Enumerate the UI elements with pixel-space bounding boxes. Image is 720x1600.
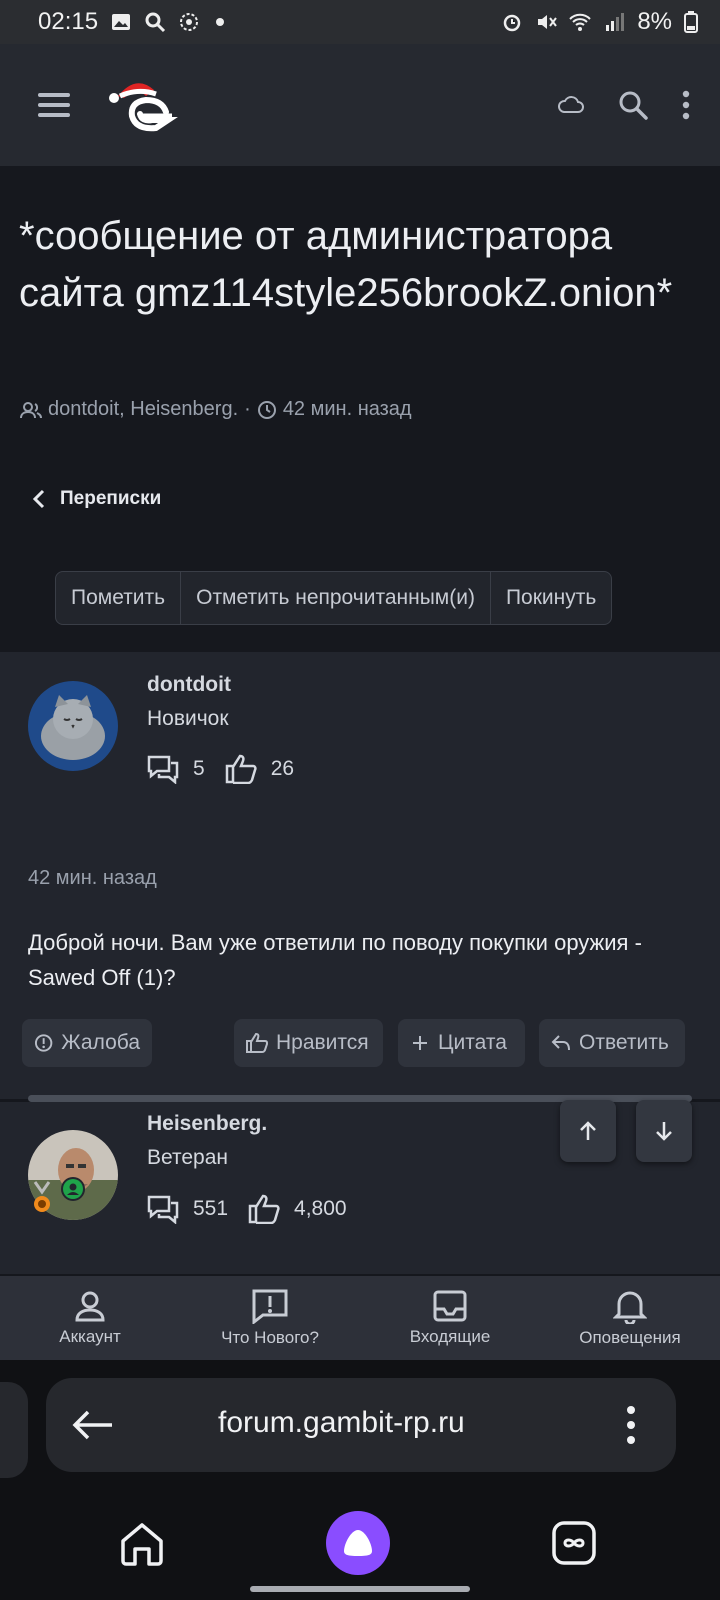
like-icon [248, 1194, 280, 1224]
clock-icon [257, 400, 276, 419]
search-icon[interactable] [618, 90, 648, 120]
page-title: *сообщение от администратора сайта gmz11… [19, 214, 673, 315]
meta-separator: · [244, 398, 251, 420]
user-icon [75, 1291, 105, 1322]
report-label: Жалоба [61, 1031, 140, 1054]
alice-assistant-button[interactable] [326, 1511, 390, 1575]
notification-dot-icon [216, 18, 225, 26]
url-text[interactable]: forum.gambit-rp.ru [218, 1406, 465, 1440]
signal-icon [606, 13, 625, 31]
arrow-up-icon [580, 1121, 596, 1140]
browser-chrome: forum.gambit-rp.ru [0, 1360, 720, 1600]
conversation-actions: Пометить Отметить непрочитанным(и) Покин… [55, 571, 613, 625]
mark-unread-button[interactable]: Отметить непрочитанным(и) [181, 572, 491, 624]
site-logo[interactable] [102, 66, 180, 144]
status-bar: 02:15 8% [0, 0, 720, 44]
bell-icon [613, 1291, 647, 1324]
avatar[interactable] [28, 681, 118, 771]
gesture-home-indicator[interactable] [250, 1586, 470, 1592]
message-post: dontdoit Новичок 5 26 42 мин. назад Добр… [0, 652, 720, 1099]
like-button[interactable]: Нравится [234, 1019, 383, 1067]
thread-time: 42 мин. назад [282, 398, 412, 420]
leave-button[interactable]: Покинуть [491, 572, 611, 624]
menu-icon[interactable] [38, 93, 70, 117]
bottom-navigation: Аккаунт Что Нового? Входящие Оповещения [0, 1276, 720, 1360]
nav-whats-new[interactable]: Что Нового? [180, 1276, 360, 1360]
nav-alerts[interactable]: Оповещения [540, 1276, 720, 1360]
online-status-icon [61, 1177, 85, 1201]
wifi-icon [569, 13, 592, 31]
gambit-logo-icon [109, 83, 178, 132]
scroll-up-button[interactable] [560, 1100, 616, 1162]
messages-icon [147, 755, 179, 784]
back-link-label: Переписки [60, 488, 162, 509]
previous-tab-peek[interactable] [0, 1382, 28, 1478]
tabs-icon[interactable] [550, 1519, 598, 1567]
nav-whats-new-label: Что Нового? [221, 1328, 319, 1347]
back-to-conversations-link[interactable]: Переписки [32, 488, 161, 510]
report-button[interactable]: Жалоба [22, 1019, 152, 1067]
more-vert-icon[interactable] [682, 90, 690, 120]
likes-count: 26 [270, 757, 295, 780]
post-actions: Жалоба Нравится Цитата Ответить [22, 1019, 702, 1067]
browser-menu-icon[interactable] [626, 1405, 636, 1445]
messages-count: 5 [193, 757, 205, 780]
user-stats: 5 26 [147, 754, 294, 784]
chevron-left-icon [32, 489, 45, 509]
post-username[interactable]: Heisenberg. [147, 1112, 267, 1136]
battery-percent: 8% [637, 8, 672, 35]
cat-avatar-image [28, 681, 118, 771]
alarm-icon [504, 14, 521, 32]
nav-inbox-label: Входящие [409, 1327, 491, 1346]
reply-label: Ответить [579, 1031, 669, 1054]
mark-button[interactable]: Пометить [56, 572, 182, 624]
settings-status-icon [180, 13, 199, 31]
arrow-down-icon [656, 1122, 672, 1141]
like-button-icon [246, 1033, 268, 1053]
address-bar[interactable]: forum.gambit-rp.ru [46, 1378, 676, 1472]
cloud-icon[interactable] [558, 96, 584, 114]
home-icon[interactable] [118, 1519, 166, 1567]
quote-button[interactable]: Цитата [398, 1019, 525, 1067]
like-label: Нравится [276, 1031, 369, 1054]
nav-account[interactable]: Аккаунт [0, 1276, 180, 1360]
messages-count: 551 [193, 1197, 229, 1220]
mute-icon [538, 15, 558, 29]
user-rank: Новичок [147, 707, 229, 730]
nav-inbox[interactable]: Входящие [360, 1276, 540, 1360]
post-body: Доброй ночи. Вам уже ответили по поводу … [28, 930, 642, 990]
plus-icon [413, 1036, 427, 1050]
inbox-icon [433, 1290, 467, 1322]
back-arrow-icon[interactable] [72, 1409, 114, 1441]
gallery-icon [112, 14, 131, 30]
status-time: 02:15 [38, 8, 99, 35]
post-username[interactable]: dontdoit [147, 673, 231, 697]
thread-meta: dontdoit, Heisenberg. · 42 мин. назад [20, 398, 412, 421]
participants-icon [20, 401, 42, 418]
medal-badge-icon [33, 1181, 51, 1212]
user-stats: 551 4,800 [147, 1194, 347, 1224]
reply-button[interactable]: Ответить [539, 1019, 685, 1067]
battery-icon [684, 11, 698, 33]
reply-icon [551, 1035, 570, 1051]
quote-label: Цитата [438, 1031, 507, 1054]
likes-count: 4,800 [294, 1197, 347, 1220]
post-time[interactable]: 42 мин. назад [28, 867, 157, 890]
nav-alerts-label: Оповещения [579, 1328, 681, 1347]
nav-account-label: Аккаунт [59, 1327, 121, 1346]
messages-icon [147, 1195, 179, 1224]
alice-icon [344, 1530, 372, 1556]
browser-bottom-toolbar [0, 1508, 720, 1578]
thread-participants[interactable]: dontdoit, Heisenberg. [48, 398, 238, 421]
alert-message-icon [252, 1289, 288, 1324]
site-header [0, 44, 720, 166]
user-rank: Ветеран [147, 1146, 229, 1169]
scroll-down-button[interactable] [636, 1100, 692, 1162]
like-icon [225, 754, 257, 784]
report-icon [34, 1034, 53, 1052]
search-status-icon [145, 12, 166, 33]
